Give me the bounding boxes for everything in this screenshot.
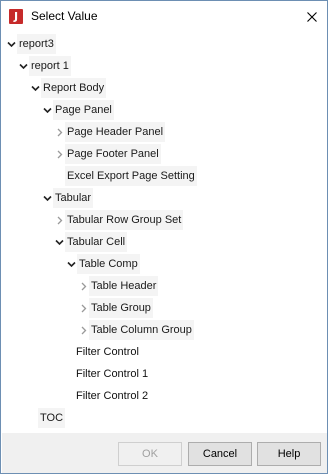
chevron-right-icon[interactable] — [78, 298, 88, 318]
chevron-down-icon[interactable] — [66, 254, 76, 274]
chevron-down-icon[interactable] — [6, 34, 16, 54]
tree-node-label[interactable]: Table Comp — [77, 254, 140, 274]
tree-node-label[interactable]: Tabular — [53, 188, 94, 208]
no-expander — [63, 386, 73, 406]
tree-node[interactable]: Page Footer Panel — [54, 144, 161, 164]
ok-button[interactable]: OK — [118, 442, 182, 466]
no-expander — [27, 408, 37, 428]
chevron-down-icon[interactable] — [42, 100, 52, 120]
chevron-right-icon[interactable] — [78, 320, 88, 340]
tree-node[interactable]: Tabular Row Group Set — [54, 210, 184, 230]
tree-node-label[interactable]: Table Column Group — [89, 320, 194, 340]
tree-node[interactable]: Tabular Cell — [54, 232, 128, 252]
chevron-right-icon[interactable] — [54, 210, 64, 230]
tree-node-label[interactable]: Page Header Panel — [65, 122, 166, 142]
tree-node[interactable]: Tabular — [42, 188, 94, 208]
chevron-right-icon[interactable] — [54, 144, 64, 164]
tree-node[interactable]: Page Panel — [42, 100, 114, 120]
tree-node[interactable]: TOC — [27, 408, 66, 428]
tree-node[interactable]: Excel Export Page Setting — [54, 166, 197, 186]
no-expander — [63, 364, 73, 384]
chevron-right-icon[interactable] — [54, 122, 64, 142]
no-expander — [63, 342, 73, 362]
title-bar: J Select Value — [1, 1, 327, 32]
tree-node[interactable]: Table Column Group — [78, 320, 194, 340]
tree-node-label[interactable]: Page Footer Panel — [65, 144, 161, 164]
chevron-down-icon[interactable] — [54, 232, 64, 252]
chevron-down-icon[interactable] — [30, 78, 40, 98]
close-icon — [307, 11, 317, 22]
tree-node[interactable]: Page Header Panel — [54, 122, 166, 142]
tree-node[interactable]: Filter Control 1 — [63, 364, 150, 384]
tree-node-label[interactable]: Filter Control — [74, 342, 141, 362]
tree-node[interactable]: Filter Control 2 — [63, 386, 150, 406]
tree-node[interactable]: report3 — [6, 34, 56, 54]
tree-node-label[interactable]: Page Panel — [53, 100, 114, 120]
select-value-dialog: J Select Value report3 report 1 Report B… — [0, 0, 328, 474]
button-bar: OK Cancel Help — [2, 433, 327, 473]
tree-node[interactable]: report 1 — [18, 56, 71, 76]
tree-node[interactable]: Table Comp — [66, 254, 140, 274]
help-button[interactable]: Help — [257, 442, 321, 466]
tree-node-label[interactable]: Tabular Row Group Set — [65, 210, 184, 230]
chevron-right-icon[interactable] — [78, 276, 88, 296]
cancel-button[interactable]: Cancel — [188, 442, 252, 466]
tree-node[interactable]: Report Body — [30, 78, 107, 98]
tree-node-label[interactable]: Tabular Cell — [65, 232, 128, 252]
tree-node-label[interactable]: Excel Export Page Setting — [65, 166, 197, 186]
report-tree[interactable]: report3 report 1 Report Body Page Panel … — [2, 32, 327, 433]
dialog-title: Select Value — [31, 9, 98, 23]
no-expander — [54, 166, 64, 186]
chevron-down-icon[interactable] — [42, 188, 52, 208]
tree-node-label[interactable]: TOC — [38, 408, 66, 428]
tree-node[interactable]: Table Group — [78, 298, 153, 318]
tree-node-label[interactable]: Filter Control 1 — [74, 364, 150, 384]
tree-node-label[interactable]: report 1 — [29, 56, 71, 76]
tree-node-label[interactable]: Filter Control 2 — [74, 386, 150, 406]
tree-node-label[interactable]: report3 — [17, 34, 56, 54]
tree-node-label[interactable]: Report Body — [41, 78, 107, 98]
tree-node[interactable]: Table Header — [78, 276, 159, 296]
chevron-down-icon[interactable] — [18, 56, 28, 76]
tree-node-label[interactable]: Table Header — [89, 276, 159, 296]
tree-node-label[interactable]: Table Group — [89, 298, 153, 318]
app-icon-letter: J — [13, 10, 19, 23]
tree-node[interactable]: Filter Control — [63, 342, 141, 362]
jreport-icon: J — [9, 9, 23, 24]
close-button[interactable] — [297, 1, 327, 32]
